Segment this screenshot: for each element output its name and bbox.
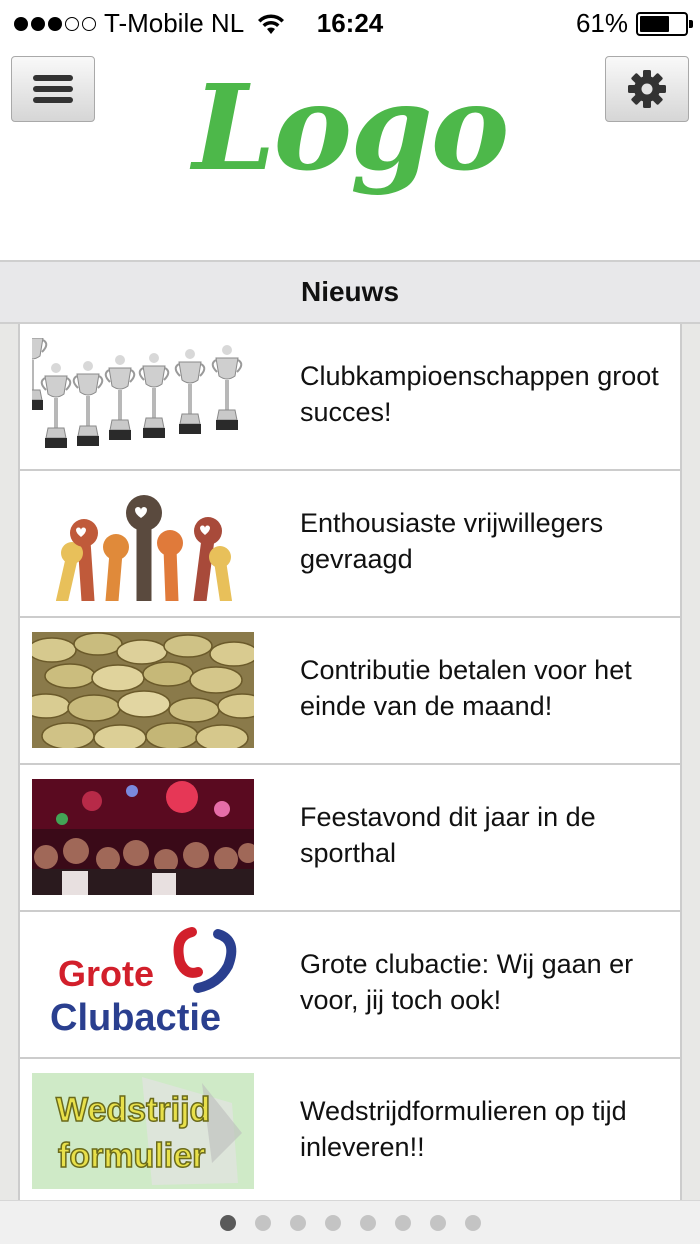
page-indicator bbox=[0, 1200, 700, 1244]
news-item[interactable]: Feestavond dit jaar in de sporthal bbox=[20, 765, 680, 912]
coins-image bbox=[32, 632, 254, 748]
page-dot[interactable] bbox=[289, 1214, 306, 1231]
app-logo: Logo bbox=[192, 58, 510, 197]
news-item-title: Wedstrijdformulieren op tijd inleveren!! bbox=[300, 1096, 627, 1162]
news-item-title: Clubkampioenschappen groot succes! bbox=[300, 361, 659, 427]
page-dot[interactable] bbox=[429, 1214, 446, 1231]
wedstrijd-text: Wedstrijd bbox=[56, 1091, 210, 1129]
gear-icon bbox=[628, 70, 666, 108]
page-dot[interactable] bbox=[464, 1214, 481, 1231]
status-bar: T-Mobile NL 16:24 61% bbox=[0, 0, 700, 46]
page-dot[interactable] bbox=[359, 1214, 376, 1231]
news-item-title: Grote clubactie: Wij gaan er voor, jij t… bbox=[300, 949, 634, 1015]
grote-text: Grote bbox=[58, 953, 154, 994]
app-header: Logo bbox=[0, 46, 700, 260]
grote-clubactie-logo: Grote Clubactie bbox=[32, 926, 254, 1042]
clubactie-text: Clubactie bbox=[50, 997, 221, 1039]
battery-icon bbox=[636, 11, 693, 36]
section-title: Nieuws bbox=[300, 276, 400, 307]
page-dot-active[interactable] bbox=[219, 1214, 236, 1231]
news-item[interactable]: Clubkampioenschappen groot succes! bbox=[20, 324, 680, 471]
news-item[interactable]: Enthousiaste vrijwillegers gevraagd bbox=[20, 471, 680, 618]
page-dot[interactable] bbox=[254, 1214, 271, 1231]
news-item[interactable]: Wedstrijd formulier Wedstrijdformulieren… bbox=[20, 1059, 680, 1206]
formulier-text: formulier bbox=[58, 1137, 205, 1175]
settings-button[interactable] bbox=[605, 56, 689, 122]
party-crowd-image bbox=[32, 779, 254, 895]
news-list: Clubkampioenschappen groot succes! Entho… bbox=[18, 324, 682, 1206]
news-item-title: Contributie betalen voor het einde van d… bbox=[300, 655, 632, 721]
section-title-bar: Nieuws bbox=[0, 260, 700, 324]
news-item[interactable]: Contributie betalen voor het einde van d… bbox=[20, 618, 680, 765]
news-list-area[interactable]: Clubkampioenschappen groot succes! Entho… bbox=[0, 324, 700, 1206]
page-dot[interactable] bbox=[394, 1214, 411, 1231]
page-dot[interactable] bbox=[324, 1214, 341, 1231]
news-item-title: Feestavond dit jaar in de sporthal bbox=[300, 802, 596, 868]
raised-hands-image bbox=[32, 485, 254, 601]
wedstrijd-formulier-image: Wedstrijd formulier bbox=[32, 1073, 254, 1189]
battery-percentage: 61% bbox=[575, 8, 628, 38]
news-item-title: Enthousiaste vrijwillegers gevraagd bbox=[300, 508, 604, 574]
trophies-image bbox=[32, 338, 254, 454]
news-item[interactable]: Grote Clubactie Grote clubactie: Wij gaa… bbox=[20, 912, 680, 1059]
status-right: 61% bbox=[575, 8, 693, 39]
